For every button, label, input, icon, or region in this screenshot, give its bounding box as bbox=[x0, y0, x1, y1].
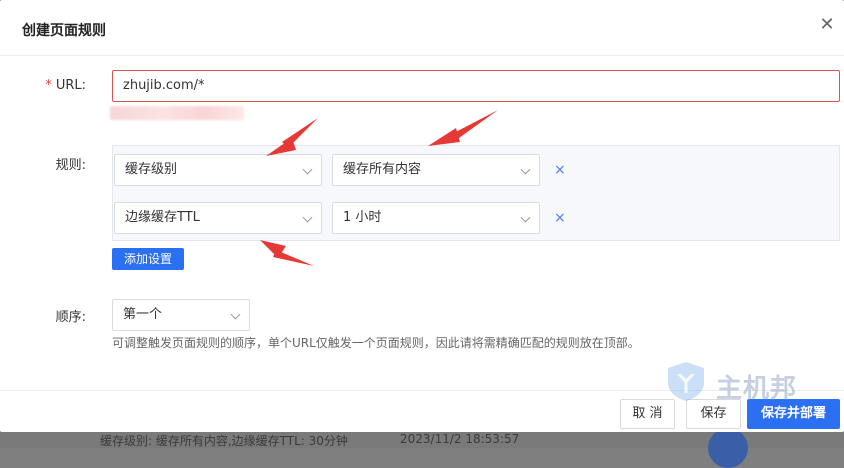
rule-value-select[interactable]: 缓存所有内容 bbox=[332, 154, 540, 186]
rule-setting-select[interactable]: 边缘缓存TTL bbox=[114, 202, 322, 234]
rule-setting-value: 缓存级别 bbox=[125, 162, 178, 177]
url-label-text: URL: bbox=[55, 78, 86, 93]
cancel-button[interactable]: 取 消 bbox=[620, 399, 675, 429]
chevron-down-icon bbox=[520, 212, 531, 223]
rule-setting-value: 边缘缓存TTL bbox=[125, 210, 200, 225]
save-and-deploy-button[interactable]: 保存并部署 bbox=[747, 399, 840, 429]
chevron-down-icon bbox=[520, 164, 531, 175]
rule-value-text: 缓存所有内容 bbox=[343, 162, 422, 177]
chevron-down-icon bbox=[302, 164, 313, 175]
save-button[interactable]: 保存 bbox=[686, 399, 741, 429]
create-page-rule-dialog: 创建页面规则 ✕ * URL: zhujib.com/* 规则: 缓存级别 缓存所… bbox=[0, 0, 844, 432]
order-hint: 可调整触发页面规则的顺序，单个URL仅触发一个页面规则，因此请将需精确匹配的规则… bbox=[112, 336, 640, 350]
url-label: * URL: bbox=[16, 78, 86, 93]
background-table-date: 2023/11/2 18:53:57 bbox=[400, 432, 520, 446]
dialog-title: 创建页面规则 bbox=[22, 23, 106, 39]
rule-setting-select[interactable]: 缓存级别 bbox=[114, 154, 322, 186]
required-mark: * bbox=[45, 78, 52, 93]
dialog-header: 创建页面规则 ✕ bbox=[0, 0, 844, 56]
background-toggle bbox=[708, 428, 748, 468]
order-select[interactable]: 第一个 bbox=[112, 299, 250, 331]
close-icon[interactable]: ✕ bbox=[816, 14, 838, 36]
remove-rule-icon[interactable]: × bbox=[554, 211, 566, 225]
dialog-footer: 取 消 保存 保存并部署 bbox=[0, 390, 844, 432]
rules-label: 规则: bbox=[55, 158, 86, 173]
order-value: 第一个 bbox=[123, 307, 163, 322]
rules-container: 缓存级别 缓存所有内容 × 边缘缓存TTL 1 小时 × bbox=[112, 145, 840, 241]
order-label: 顺序: bbox=[55, 310, 86, 325]
add-setting-button[interactable]: 添加设置 bbox=[112, 248, 184, 270]
chevron-down-icon bbox=[230, 309, 241, 320]
url-input[interactable]: zhujib.com/* bbox=[112, 70, 840, 102]
blurred-validation-message bbox=[110, 106, 244, 120]
remove-rule-icon[interactable]: × bbox=[554, 163, 566, 177]
rule-value-select[interactable]: 1 小时 bbox=[332, 202, 540, 234]
chevron-down-icon bbox=[302, 212, 313, 223]
rule-value-text: 1 小时 bbox=[343, 210, 382, 225]
